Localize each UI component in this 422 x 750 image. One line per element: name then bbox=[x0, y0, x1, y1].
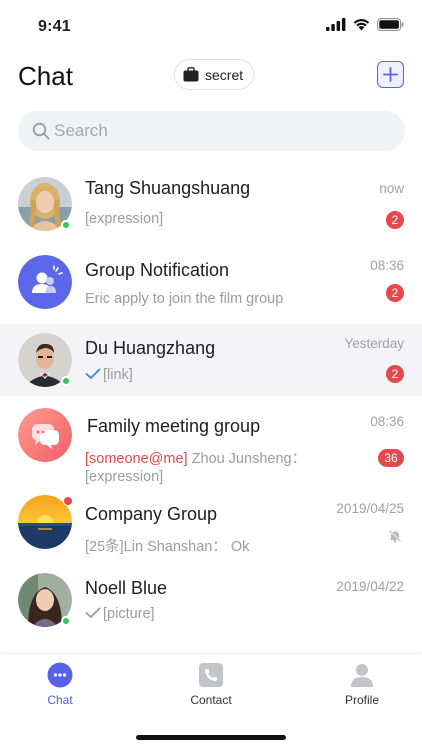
chat-time: 2019/04/22 bbox=[336, 579, 404, 594]
chat-preview-line2: [expression] bbox=[85, 469, 164, 485]
alert-indicator bbox=[63, 496, 73, 506]
chat-row-group-notification[interactable]: Group Notification Eric apply to join th… bbox=[0, 244, 422, 324]
chat-name: Noell Blue bbox=[85, 578, 168, 598]
online-indicator bbox=[61, 376, 71, 386]
search-bar[interactable] bbox=[18, 111, 405, 151]
battery-icon bbox=[377, 18, 404, 31]
chat-preview: [25条]Lin Shanshan： Ok bbox=[85, 539, 250, 555]
avatar bbox=[18, 495, 73, 549]
secret-label: secret bbox=[205, 66, 244, 83]
tab-label: Chat bbox=[47, 693, 73, 707]
avatar bbox=[18, 333, 72, 387]
search-input[interactable] bbox=[54, 121, 354, 141]
status-bar: 9:41 bbox=[0, 0, 422, 50]
tab-chat[interactable]: Chat bbox=[0, 662, 120, 707]
chat-time: 2019/04/25 bbox=[336, 501, 404, 516]
unread-badge: 2 bbox=[386, 211, 404, 229]
mention-tag: [someone@me] bbox=[85, 451, 188, 467]
chat-name: Group Notification bbox=[85, 260, 230, 280]
page-title: Chat bbox=[18, 61, 73, 91]
chat-time: 08:36 bbox=[370, 414, 404, 429]
plus-icon bbox=[383, 67, 398, 82]
avatar bbox=[18, 177, 72, 231]
chat-name: Company Group bbox=[85, 504, 218, 524]
chat-row-du-huangzhang[interactable]: Du Huangzhang [link] Yesterday 2 bbox=[0, 324, 422, 396]
unread-badge: 2 bbox=[386, 284, 404, 302]
group-chat-avatar bbox=[18, 408, 72, 462]
secret-button[interactable]: secret bbox=[174, 59, 255, 90]
online-indicator bbox=[61, 616, 71, 626]
avatar bbox=[18, 573, 72, 627]
status-time: 9:41 bbox=[38, 18, 71, 35]
tab-label: Contact bbox=[190, 693, 232, 707]
online-indicator bbox=[61, 220, 71, 230]
chat-bubble-icon bbox=[47, 662, 73, 688]
chat-preview: [picture] bbox=[103, 606, 155, 622]
read-check-icon bbox=[85, 368, 101, 379]
chat-name: Tang Shuangshuang bbox=[85, 178, 251, 198]
chat-row-family-meeting-group[interactable]: Family meeting group 08:36 36 [someone@m… bbox=[0, 396, 422, 488]
search-icon bbox=[32, 122, 50, 140]
home-indicator bbox=[136, 735, 286, 740]
chat-row-tang-shuangshuang[interactable]: Tang Shuangshuang [expression] now 2 bbox=[0, 164, 422, 244]
preview-sender: Zhou Junsheng： bbox=[187, 451, 307, 467]
chat-time: 08:36 bbox=[370, 258, 404, 273]
header: Chat secret bbox=[0, 55, 422, 99]
wifi-icon bbox=[353, 19, 370, 31]
person-icon bbox=[351, 664, 373, 687]
unread-badge: 36 bbox=[378, 449, 404, 467]
tab-label: Profile bbox=[344, 693, 379, 707]
chat-row-noell-blue[interactable]: Noell Blue [picture] 2019/04/22 bbox=[0, 570, 422, 650]
unread-badge: 2 bbox=[386, 365, 404, 383]
chat-preview: [someone@me] Zhou Junsheng： bbox=[85, 447, 306, 468]
chat-time: now bbox=[379, 181, 404, 196]
tab-contact[interactable]: Contact bbox=[151, 662, 271, 707]
group-notification-avatar bbox=[18, 255, 72, 309]
chat-row-company-group[interactable]: Company Group [25条]Lin Shanshan： Ok 2019… bbox=[0, 488, 422, 570]
briefcase-icon bbox=[183, 67, 199, 82]
signal-icon bbox=[326, 18, 346, 31]
tab-profile[interactable]: Profile bbox=[302, 662, 422, 707]
read-check-icon bbox=[85, 607, 101, 618]
chat-preview: [expression] bbox=[85, 211, 164, 227]
mute-bell-icon bbox=[388, 529, 402, 543]
chat-name: Family meeting group bbox=[87, 416, 261, 436]
avatar bbox=[18, 255, 72, 309]
status-icons bbox=[326, 18, 404, 31]
chat-preview: Eric apply to join the film group bbox=[85, 291, 284, 307]
chat-name: Du Huangzhang bbox=[85, 338, 216, 358]
add-chat-button[interactable] bbox=[377, 61, 404, 88]
chat-time: Yesterday bbox=[344, 336, 404, 351]
phone-icon bbox=[199, 663, 223, 687]
avatar bbox=[18, 408, 72, 462]
chat-preview: [link] bbox=[103, 367, 133, 383]
